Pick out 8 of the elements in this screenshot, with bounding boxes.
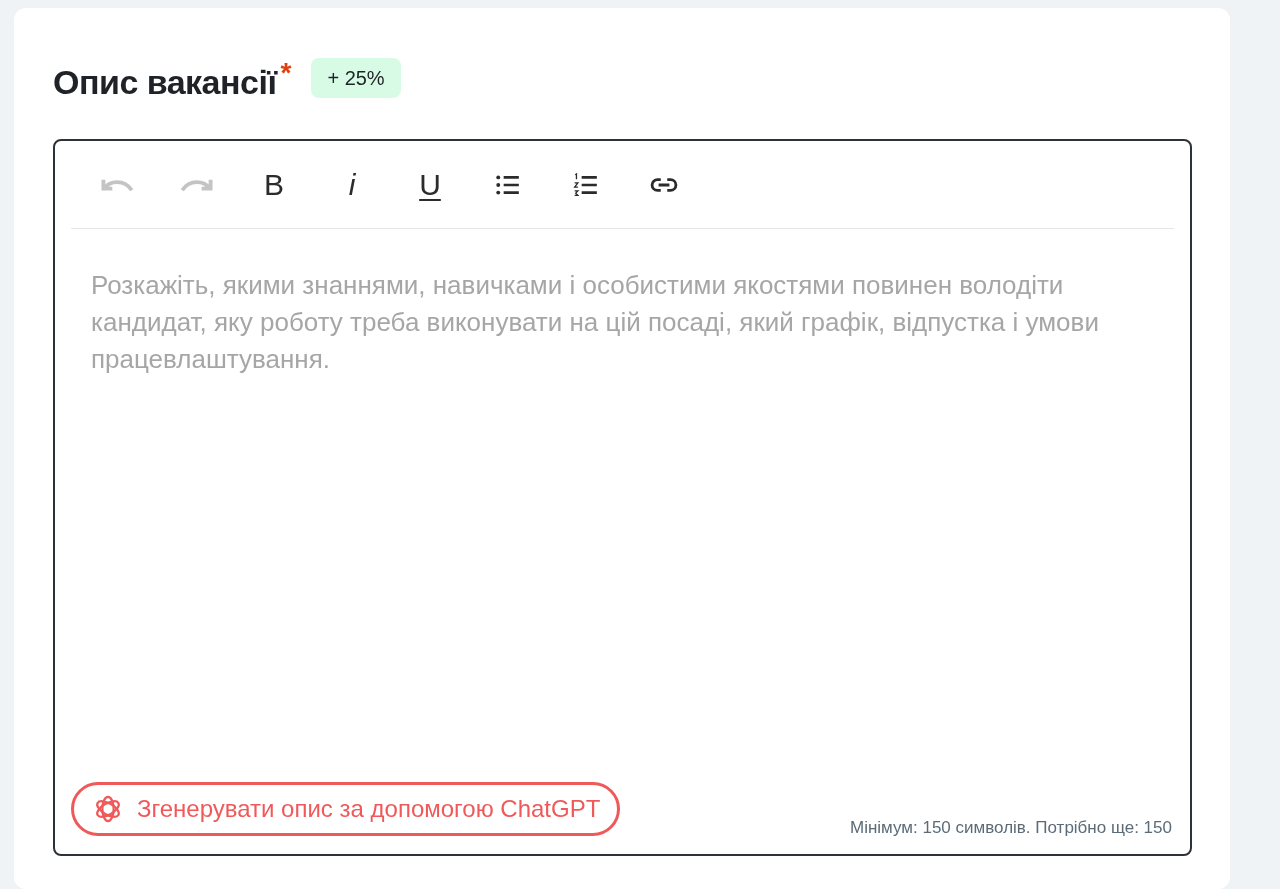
italic-button[interactable]: i <box>329 161 375 208</box>
character-counter: Мінімум: 150 символів. Потрібно ще: 150 <box>850 816 1172 839</box>
section-title: Опис вакансії <box>53 62 277 103</box>
bold-button[interactable]: B <box>251 161 297 208</box>
underline-button[interactable]: U <box>407 161 453 208</box>
bonus-badge: + 25% <box>311 58 401 98</box>
description-field[interactable]: Розкажіть, якими знаннями, навичками і особистими якостями повинен володіти кандидат, яку роботу треба виконувати на цій посаді, який графік, відпустка і умови працевлаштування. <box>91 267 1103 782</box>
required-mark: * <box>280 58 292 88</box>
